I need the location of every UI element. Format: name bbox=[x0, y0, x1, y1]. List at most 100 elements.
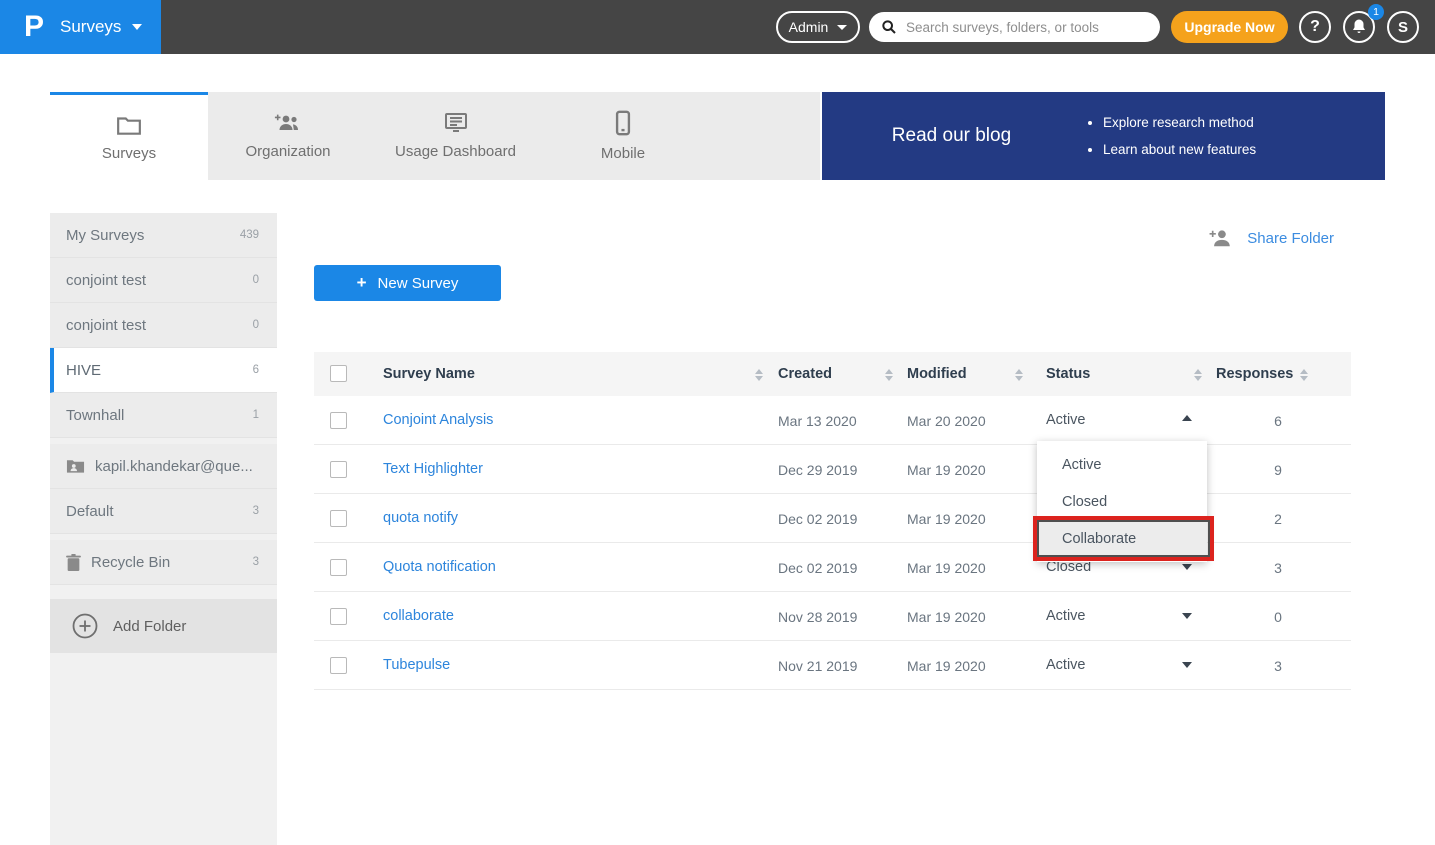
modified-date: Mar 19 2020 bbox=[907, 462, 986, 478]
row-checkbox[interactable] bbox=[330, 657, 347, 674]
status-dropdown-value[interactable]: Active bbox=[1046, 608, 1086, 624]
created-date: Nov 21 2019 bbox=[778, 658, 857, 674]
folder-count: 0 bbox=[253, 274, 259, 286]
modified-date: Mar 19 2020 bbox=[907, 658, 986, 674]
folder-count: 0 bbox=[253, 319, 259, 331]
status-caret-up-icon[interactable] bbox=[1182, 415, 1192, 421]
brand-logo: P bbox=[24, 12, 44, 42]
modified-date: Mar 19 2020 bbox=[907, 511, 986, 527]
blog-banner-title[interactable]: Read our blog bbox=[822, 125, 1081, 147]
folder-label: HIVE bbox=[66, 362, 101, 379]
row-checkbox[interactable] bbox=[330, 461, 347, 478]
usage-dashboard-icon bbox=[443, 112, 469, 134]
table-header: Survey Name Created Modified Status Resp… bbox=[314, 352, 1351, 396]
sidebar-item-conjoint-test-2[interactable]: conjoint test 0 bbox=[50, 303, 277, 348]
sidebar-item-conjoint-test-1[interactable]: conjoint test 0 bbox=[50, 258, 277, 303]
row-checkbox[interactable] bbox=[330, 412, 347, 429]
sidebar-item-default[interactable]: Default 3 bbox=[50, 489, 277, 534]
survey-name-link[interactable]: Tubepulse bbox=[383, 657, 450, 673]
product-menu[interactable]: P Surveys bbox=[0, 0, 161, 54]
blog-banner: Read our blog Explore research method Le… bbox=[822, 92, 1385, 180]
folder-label: Townhall bbox=[66, 407, 124, 424]
sidebar-item-townhall[interactable]: Townhall 1 bbox=[50, 393, 277, 438]
upgrade-now-button[interactable]: Upgrade Now bbox=[1171, 11, 1288, 43]
sort-icon[interactable] bbox=[755, 369, 763, 381]
status-caret-down-icon[interactable] bbox=[1182, 564, 1192, 570]
status-option-collaborate[interactable]: Collaborate bbox=[1037, 520, 1207, 557]
survey-name-link[interactable]: Conjoint Analysis bbox=[383, 412, 493, 428]
trash-icon bbox=[66, 554, 81, 571]
sidebar-item-my-surveys[interactable]: My Surveys 439 bbox=[50, 213, 277, 258]
sort-icon[interactable] bbox=[885, 369, 893, 381]
blog-banner-bullets: Explore research method Learn about new … bbox=[1081, 109, 1256, 163]
status-caret-down-icon[interactable] bbox=[1182, 613, 1192, 619]
created-date: Nov 28 2019 bbox=[778, 609, 857, 625]
responses-count: 6 bbox=[1250, 413, 1306, 429]
sort-icon[interactable] bbox=[1300, 369, 1308, 381]
row-checkbox[interactable] bbox=[330, 510, 347, 527]
help-button[interactable]: ? bbox=[1299, 11, 1331, 43]
tab-label: Mobile bbox=[601, 145, 645, 162]
table-row: Conjoint Analysis Mar 13 2020 Mar 20 202… bbox=[314, 396, 1351, 445]
column-status[interactable]: Status bbox=[1046, 366, 1090, 382]
avatar[interactable]: S bbox=[1387, 11, 1419, 43]
add-folder-button[interactable]: Add Folder bbox=[50, 599, 277, 653]
banner-bullet: Learn about new features bbox=[1103, 136, 1256, 163]
folder-label: conjoint test bbox=[66, 317, 146, 334]
module-tabs: Surveys Organization Usage Dashboard M bbox=[50, 92, 820, 180]
role-selector[interactable]: Admin bbox=[776, 11, 860, 43]
table-row: Tubepulse Nov 21 2019 Mar 19 2020 Active… bbox=[314, 641, 1351, 690]
shared-folder-icon bbox=[66, 458, 85, 474]
tab-organization[interactable]: Organization bbox=[208, 92, 368, 180]
select-all-checkbox[interactable] bbox=[330, 365, 347, 382]
status-option-active[interactable]: Active bbox=[1037, 446, 1207, 483]
tab-surveys[interactable]: Surveys bbox=[50, 92, 208, 180]
created-date: Dec 02 2019 bbox=[778, 560, 857, 576]
chevron-down-icon bbox=[837, 25, 847, 30]
status-caret-down-icon[interactable] bbox=[1182, 662, 1192, 668]
share-folder-button[interactable]: Share Folder bbox=[1209, 229, 1334, 247]
person-plus-icon bbox=[1209, 229, 1233, 247]
new-survey-button[interactable]: + New Survey bbox=[314, 265, 501, 301]
folder-icon bbox=[116, 114, 142, 136]
responses-count: 9 bbox=[1250, 462, 1306, 478]
created-date: Dec 02 2019 bbox=[778, 511, 857, 527]
tab-label: Usage Dashboard bbox=[395, 143, 516, 160]
sidebar-item-recycle-bin[interactable]: Recycle Bin 3 bbox=[50, 540, 277, 585]
folder-count: 3 bbox=[253, 556, 259, 568]
row-checkbox[interactable] bbox=[330, 559, 347, 576]
status-dropdown-value[interactable]: Active bbox=[1046, 412, 1086, 428]
responses-count: 3 bbox=[1250, 560, 1306, 576]
status-dropdown-value[interactable]: Active bbox=[1046, 657, 1086, 673]
sidebar-item-shared-account[interactable]: kapil.khandekar@que... bbox=[50, 444, 277, 489]
survey-name-link[interactable]: Quota notification bbox=[383, 559, 496, 575]
sidebar-item-hive[interactable]: HIVE 6 bbox=[50, 348, 277, 393]
table-row: collaborate Nov 28 2019 Mar 19 2020 Acti… bbox=[314, 592, 1351, 641]
survey-name-link[interactable]: quota notify bbox=[383, 510, 458, 526]
folder-count: 1 bbox=[253, 409, 259, 421]
sort-icon[interactable] bbox=[1194, 369, 1202, 381]
column-responses[interactable]: Responses bbox=[1216, 366, 1293, 382]
column-survey-name[interactable]: Survey Name bbox=[383, 366, 475, 382]
created-date: Mar 13 2020 bbox=[778, 413, 857, 429]
organization-icon bbox=[274, 112, 302, 134]
folder-label: My Surveys bbox=[66, 227, 144, 244]
folder-label: conjoint test bbox=[66, 272, 146, 289]
sort-icon[interactable] bbox=[1015, 369, 1023, 381]
status-option-closed[interactable]: Closed bbox=[1037, 483, 1207, 520]
column-modified[interactable]: Modified bbox=[907, 366, 967, 382]
modified-date: Mar 20 2020 bbox=[907, 413, 986, 429]
survey-name-link[interactable]: collaborate bbox=[383, 608, 454, 624]
avatar-initial: S bbox=[1398, 19, 1408, 36]
share-folder-label: Share Folder bbox=[1247, 230, 1334, 247]
tab-usage-dashboard[interactable]: Usage Dashboard bbox=[368, 92, 543, 180]
folder-count: 3 bbox=[253, 505, 259, 517]
tab-mobile[interactable]: Mobile bbox=[543, 92, 703, 180]
search-input[interactable] bbox=[906, 20, 1136, 35]
folder-label: kapil.khandekar@que... bbox=[95, 458, 253, 475]
modified-date: Mar 19 2020 bbox=[907, 609, 986, 625]
column-created[interactable]: Created bbox=[778, 366, 832, 382]
row-checkbox[interactable] bbox=[330, 608, 347, 625]
survey-name-link[interactable]: Text Highlighter bbox=[383, 461, 483, 477]
responses-count: 0 bbox=[1250, 609, 1306, 625]
